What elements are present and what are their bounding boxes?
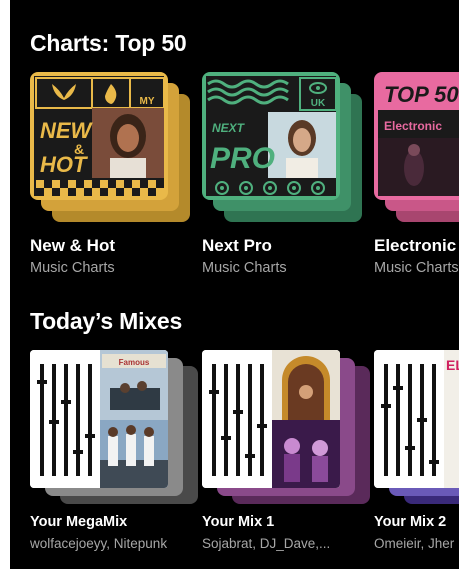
chart-card-new-hot[interactable]: MY NEW & HOT New & Hot Music Charts — [30, 72, 190, 276]
mix-card-title: Your Mix 1 — [202, 514, 275, 530]
chart-card-title: Next Pro — [202, 236, 272, 255]
home-screen: Charts: Top 50 MY NEW & HOT New & Hot Mu… — [10, 0, 459, 569]
mix-card-subtitle: Sojabrat, DJ_Dave,... — [202, 536, 331, 551]
section-title-mixes[interactable]: Today’s Mixes — [30, 308, 182, 335]
art-text-top50: TOP 50 — [384, 82, 459, 107]
art-text-electronic: Electronic — [384, 119, 442, 133]
mix-cover-mix-1 — [202, 350, 370, 504]
chart-card-subtitle: Music Charts — [374, 260, 459, 276]
mixes-row: Famous Your MegaMix wolfacejoeyy, Nitepu… — [30, 350, 459, 569]
cover-text-elvis: ELVIS — [446, 357, 459, 373]
chart-card-next-pro[interactable]: UK NEXT PRO Next Pro Music Charts — [202, 72, 362, 276]
art-text-pro: PRO — [210, 142, 275, 175]
chart-card-electronic[interactable]: TOP 50 Electronic Electronic Music Chart… — [374, 72, 459, 276]
mix-card-title: Your Mix 2 — [374, 514, 447, 530]
mix-cover-mix-2: ELVIS — [374, 350, 459, 504]
chart-card-title: New & Hot — [30, 236, 115, 255]
mix-card-subtitle: Omeieir, Jher — [374, 536, 455, 551]
cover-text-famous: Famous — [119, 358, 150, 367]
section-title-charts[interactable]: Charts: Top 50 — [30, 30, 187, 57]
chart-cover-new-hot: MY NEW & HOT — [30, 72, 190, 222]
chart-card-title: Electronic — [374, 236, 457, 255]
charts-row: MY NEW & HOT New & Hot Music Charts UK N… — [30, 72, 459, 312]
badge-uk: UK — [311, 98, 326, 109]
chart-card-subtitle: Music Charts — [202, 260, 287, 276]
art-text-new: NEW — [40, 118, 94, 143]
mix-card-mix-1[interactable]: Your Mix 1 Sojabrat, DJ_Dave,... — [202, 350, 370, 551]
mix-card-title: Your MegaMix — [30, 514, 128, 530]
chart-card-subtitle: Music Charts — [30, 260, 115, 276]
art-text-hot: HOT — [40, 152, 88, 177]
mix-card-subtitle: wolfacejoeyy, Nitepunk — [30, 536, 168, 551]
mix-card-mix-2[interactable]: ELVIS Your Mix 2 Omeieir, Jher — [374, 350, 459, 551]
art-text-next: NEXT — [212, 121, 246, 135]
chart-cover-next-pro: UK NEXT PRO — [202, 72, 362, 222]
mix-card-megamix[interactable]: Famous Your MegaMix wolfacejoeyy, Nitepu… — [30, 350, 198, 551]
mix-cover-megamix: Famous — [30, 350, 198, 504]
badge-my: MY — [140, 96, 155, 107]
chart-cover-electronic: TOP 50 Electronic — [374, 72, 459, 222]
